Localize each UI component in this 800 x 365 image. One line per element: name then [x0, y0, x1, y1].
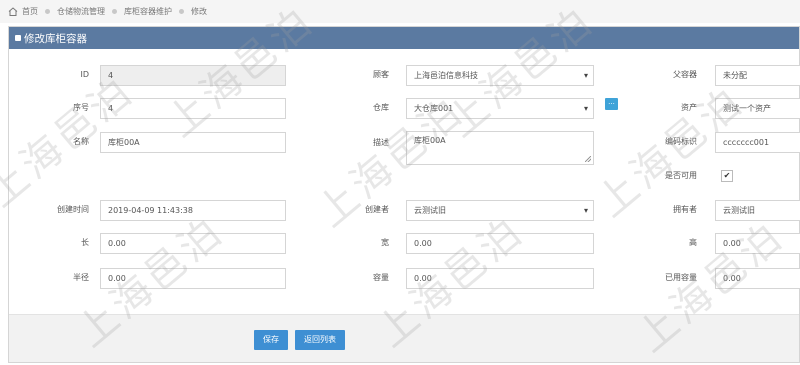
- seq-label: 序号: [73, 103, 89, 112]
- length-input[interactable]: 0.00: [100, 233, 286, 254]
- breadcrumb-warehouse-logistics[interactable]: 仓储物流管理: [57, 6, 105, 17]
- description-text: 库柜00A: [414, 136, 446, 145]
- available-label: 是否可用: [665, 171, 697, 180]
- height-label: 高: [689, 238, 697, 247]
- form-icon: [15, 35, 21, 41]
- back-to-list-button[interactable]: 返回列表: [295, 330, 345, 350]
- asset-field[interactable]: 测试一个资产: [715, 98, 800, 119]
- resize-grip-icon[interactable]: [585, 156, 591, 162]
- breadcrumb: 首页 仓储物流管理 库柜容器维护 修改: [0, 0, 800, 23]
- warehouse-select[interactable]: 大仓库001: [406, 98, 594, 119]
- creator-label: 创建者: [365, 205, 389, 214]
- available-checkbox[interactable]: ✔: [721, 170, 733, 182]
- radius-label: 半径: [73, 273, 89, 282]
- panel-header: 修改库柜容器: [9, 27, 799, 49]
- panel-title: 修改库柜容器: [24, 32, 87, 45]
- radius-input[interactable]: 0.00: [100, 268, 286, 289]
- capacity-label: 容量: [373, 273, 389, 282]
- capacity-input[interactable]: 0.00: [406, 268, 594, 289]
- warehouse-label: 仓库: [373, 103, 389, 112]
- id-label: ID: [80, 70, 89, 79]
- description-textarea[interactable]: 库柜00A: [406, 131, 594, 165]
- breadcrumb-separator: [112, 9, 117, 14]
- used-capacity-label: 已用容量: [665, 273, 697, 282]
- used-capacity-input[interactable]: 0.00: [715, 268, 800, 289]
- customer-label: 顾客: [373, 70, 389, 79]
- edit-container-panel: 修改库柜容器 ID 4 顾客 上海邑泊信息科技 父容器 未分配 序号 4 仓库 …: [8, 26, 800, 363]
- owner-field[interactable]: 云测试旧: [715, 200, 800, 221]
- parent-container-label: 父容器: [673, 70, 697, 79]
- code-label: 编码标识: [665, 137, 697, 146]
- created-at-input[interactable]: 2019-04-09 11:43:38: [100, 200, 286, 221]
- height-input[interactable]: 0.00: [715, 233, 800, 254]
- save-button[interactable]: 保存: [254, 330, 288, 350]
- description-label: 描述: [373, 138, 389, 147]
- customer-select[interactable]: 上海邑泊信息科技: [406, 65, 594, 86]
- parent-container-field[interactable]: 未分配: [715, 65, 800, 86]
- form-footer: 保存 返回列表: [9, 314, 799, 362]
- creator-select[interactable]: 云测试旧: [406, 200, 594, 221]
- length-label: 长: [81, 238, 89, 247]
- id-field: 4: [100, 65, 286, 86]
- code-input[interactable]: ccccccc001: [715, 132, 800, 153]
- name-input[interactable]: 库柜00A: [100, 132, 286, 153]
- home-icon: [8, 7, 18, 16]
- warehouse-pick-button[interactable]: ...: [605, 98, 618, 110]
- breadcrumb-current: 修改: [191, 7, 207, 16]
- owner-label: 拥有者: [673, 205, 697, 214]
- seq-input[interactable]: 4: [100, 98, 286, 119]
- breadcrumb-separator: [45, 9, 50, 14]
- breadcrumb-home[interactable]: 首页: [22, 6, 38, 17]
- width-input[interactable]: 0.00: [406, 233, 594, 254]
- width-label: 宽: [381, 238, 389, 247]
- name-label: 名称: [73, 137, 89, 146]
- breadcrumb-container-maintenance[interactable]: 库柜容器维护: [124, 6, 172, 17]
- breadcrumb-separator: [179, 9, 184, 14]
- asset-label: 资产: [681, 103, 697, 112]
- created-at-label: 创建时间: [57, 205, 89, 214]
